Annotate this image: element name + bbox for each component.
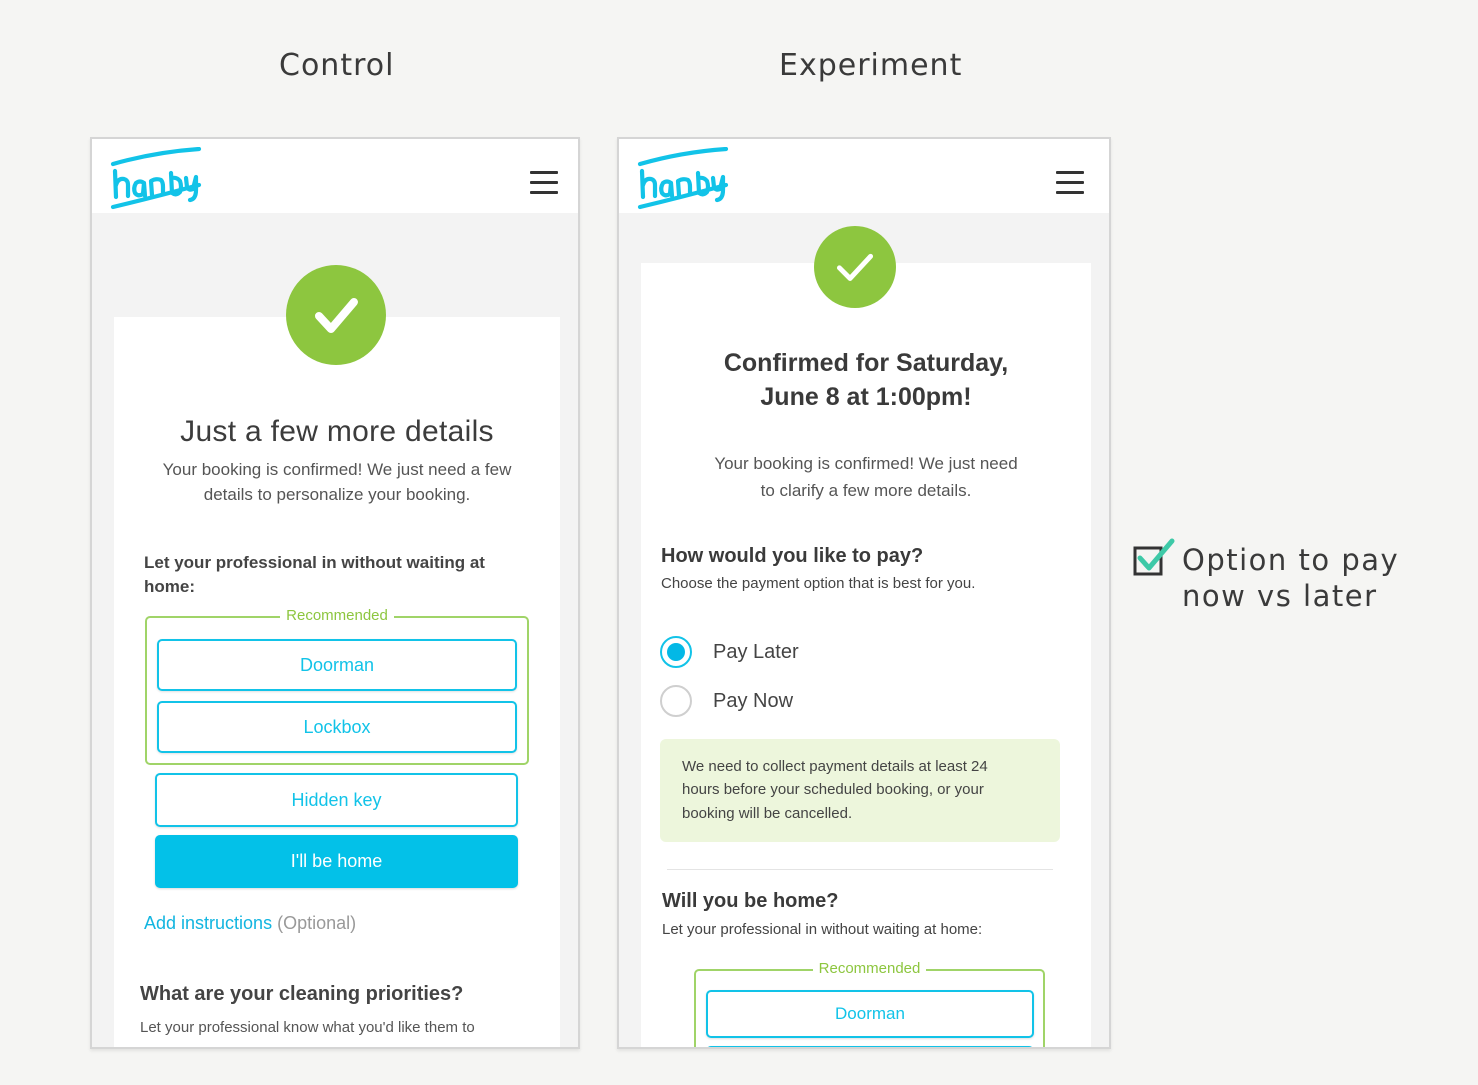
confirmation-card: Confirmed for Saturday, June 8 at 1:00pm…: [641, 263, 1091, 1047]
pay-hint: Choose the payment option that is best f…: [661, 575, 976, 592]
priorities-title: What are your cleaning priorities?: [140, 983, 464, 1005]
ill-be-home-button[interactable]: I'll be home: [155, 835, 518, 888]
subtitle-line1: Your booking is confirmed! We just need …: [162, 460, 512, 479]
recommended-group: Recommended Doorman Lockbox: [145, 607, 529, 765]
annotation-line1: Option to pay: [1182, 543, 1400, 577]
menu-icon[interactable]: [1056, 171, 1084, 194]
optional-label: (Optional): [277, 913, 357, 933]
recommended-label: Recommended: [696, 960, 1043, 978]
pay-later-label[interactable]: Pay Later: [713, 641, 799, 664]
payment-note: We need to collect payment details at le…: [660, 739, 1060, 842]
lockbox-button[interactable]: Lockbox: [157, 701, 517, 753]
pay-now-label[interactable]: Pay Now: [713, 690, 793, 713]
note-line2: hours before your scheduled booking, or …: [682, 781, 984, 798]
doorman-button[interactable]: Doorman: [706, 990, 1034, 1038]
page-title: Just a few more details: [180, 415, 494, 448]
recommended-label: Recommended: [147, 607, 527, 625]
recommended-group: Recommended Doorman: [694, 960, 1045, 1047]
confirm-title-line2: June 8 at 1:00pm!: [760, 383, 972, 411]
hidden-key-button[interactable]: Hidden key: [155, 773, 518, 827]
add-instructions-link[interactable]: Add instructions: [144, 913, 272, 933]
success-check-icon: [286, 265, 386, 365]
next-option-button[interactable]: [706, 1046, 1034, 1047]
subtitle-line2: details to personalize your booking.: [203, 485, 471, 504]
note-line3: booking will be cancelled.: [682, 805, 853, 822]
access-question-line2: home:: [144, 577, 195, 596]
pay-question: How would you like to pay?: [661, 545, 924, 567]
note-line1: We need to collect payment details at le…: [682, 758, 988, 775]
subtitle-line1: Your booking is confirmed! We just need: [714, 454, 1018, 473]
menu-icon[interactable]: [530, 171, 558, 194]
pay-now-radio[interactable]: [660, 685, 692, 717]
home-hint: Let your professional in without waiting…: [662, 921, 983, 938]
home-question: Will you be home?: [662, 890, 839, 912]
header: [619, 139, 1109, 213]
access-question-line1: Let your professional in without waiting…: [144, 553, 485, 572]
header: [92, 139, 578, 213]
annotation-line2: now vs later: [1182, 579, 1378, 613]
control-heading: Control: [279, 48, 395, 83]
handy-logo[interactable]: [110, 147, 202, 211]
experiment-phone: Confirmed for Saturday, June 8 at 1:00pm…: [617, 137, 1111, 1049]
subtitle-line2: to clarify a few more details.: [760, 481, 972, 500]
checkbox-checked-icon: [1133, 538, 1175, 576]
priorities-desc: Let your professional know what you'd li…: [140, 1019, 475, 1036]
doorman-button[interactable]: Doorman: [157, 639, 517, 691]
pay-later-radio[interactable]: [660, 636, 692, 668]
handy-logo[interactable]: [637, 147, 729, 211]
experiment-heading: Experiment: [779, 48, 963, 83]
details-card: Just a few more details Your booking is …: [114, 317, 560, 1047]
divider: [667, 869, 1053, 870]
confirm-title-line1: Confirmed for Saturday,: [723, 349, 1009, 377]
priorities-card: What are your cleaning priorities? Let y…: [114, 949, 560, 1047]
add-instructions: Add instructions (Optional): [144, 913, 356, 934]
control-phone: Just a few more details Your booking is …: [90, 137, 580, 1049]
success-check-icon: [814, 226, 896, 308]
